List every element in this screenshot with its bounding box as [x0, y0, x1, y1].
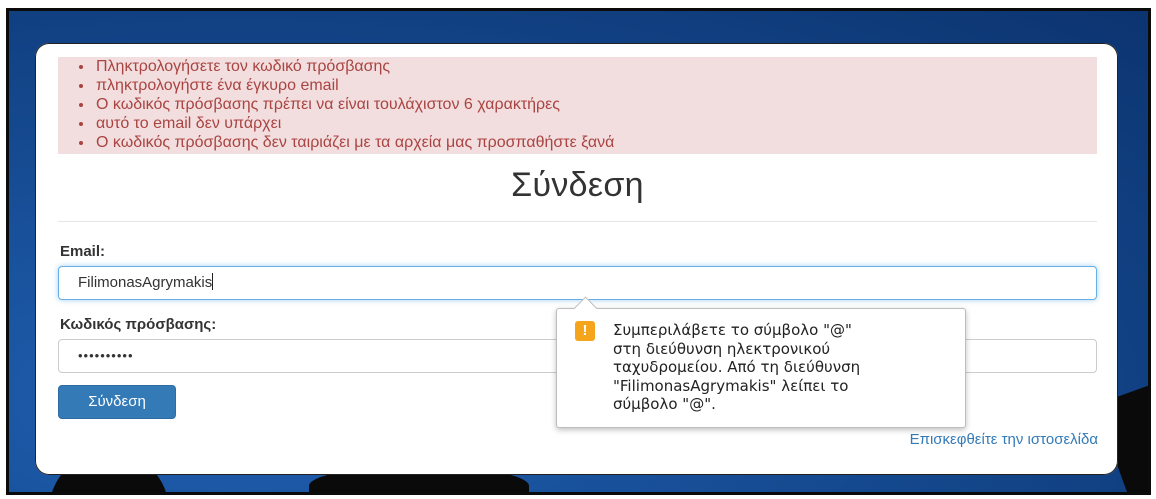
page-title: Σύνδεση: [511, 166, 644, 204]
email-value: FilimonasAgrymakis: [78, 274, 213, 291]
validation-tooltip: ! Συμπεριλάβετε το σύμβολο "@" στη διεύθ…: [556, 296, 966, 428]
divider: [58, 221, 1097, 222]
email-field[interactable]: FilimonasAgrymakis: [58, 266, 1097, 300]
error-item: πληκτρολογήστε ένα έγκυρο email: [94, 76, 1097, 95]
validation-message: Συμπεριλάβετε το σύμβολο "@" στη διεύθυν…: [613, 321, 861, 413]
error-item: αυτό το email δεν υπάρχει: [94, 114, 1097, 133]
error-list: Πληκτρολογήσετε τον κωδικό πρόσβασης πλη…: [58, 57, 1097, 152]
email-label: Email:: [60, 243, 106, 260]
error-item: Ο κωδικός πρόσβασης πρέπει να είναι τουλ…: [94, 95, 1097, 114]
error-item: Πληκτρολογήσετε τον κωδικό πρόσβασης: [94, 57, 1097, 76]
visit-website-link[interactable]: Επισκεφθείτε την ιστοσελίδα: [910, 431, 1098, 448]
error-item: Ο κωδικός πρόσβασης δεν ταιριάζει με τα …: [94, 133, 1097, 152]
password-value: ••••••••••: [78, 348, 134, 363]
login-button[interactable]: Σύνδεση: [58, 385, 176, 419]
text-cursor: [212, 273, 214, 290]
password-label: Κωδικός πρόσβασης:: [60, 316, 217, 333]
error-alert: Πληκτρολογήσετε τον κωδικό πρόσβασης πλη…: [58, 57, 1097, 154]
warning-icon: !: [575, 321, 595, 341]
